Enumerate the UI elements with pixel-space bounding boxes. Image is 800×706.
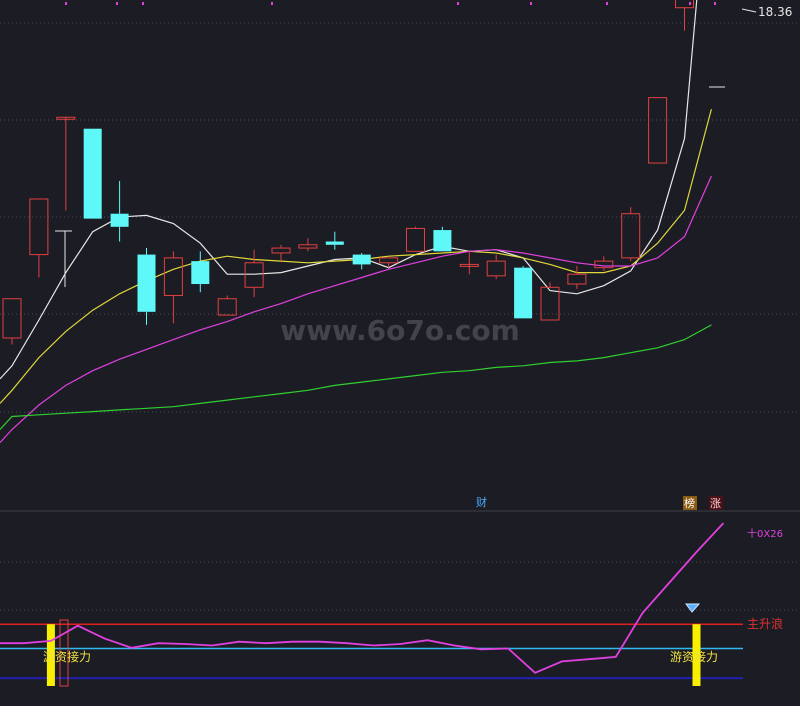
candle-body bbox=[514, 267, 533, 319]
chart-grid bbox=[0, 2, 800, 611]
top-marker bbox=[271, 2, 273, 5]
candle bbox=[459, 251, 479, 275]
stock-chart: www.6o7o.com 18.36 财 榜 涨 主升浪 十0X26 游资接力 … bbox=[0, 0, 800, 687]
ma-line-3 bbox=[0, 175, 712, 444]
candle-body bbox=[567, 273, 587, 285]
candle bbox=[648, 97, 668, 164]
candle bbox=[56, 116, 76, 211]
candle-body bbox=[163, 257, 183, 296]
candle-body bbox=[298, 244, 318, 249]
top-label: 十0X26 bbox=[747, 527, 783, 540]
candle-body bbox=[29, 198, 49, 256]
indicator-line bbox=[0, 522, 725, 674]
candlestick-series bbox=[2, 0, 757, 345]
candle bbox=[217, 295, 237, 316]
diamond-icon bbox=[685, 603, 701, 613]
signal-label-1: 游资接力 bbox=[43, 649, 91, 664]
candle bbox=[191, 251, 210, 293]
high-price-label: 18.36 bbox=[758, 5, 792, 19]
badge-zhang[interactable]: 涨 bbox=[710, 497, 721, 510]
candle-body bbox=[406, 227, 425, 252]
moving-average-lines bbox=[0, 0, 712, 444]
top-marker bbox=[142, 2, 144, 5]
candle bbox=[271, 244, 291, 262]
candle-body bbox=[648, 97, 668, 164]
candle bbox=[379, 257, 399, 268]
top-marker bbox=[530, 2, 532, 5]
candle-body bbox=[621, 213, 641, 259]
candle-body bbox=[83, 128, 102, 219]
candle-body bbox=[486, 260, 506, 277]
candle bbox=[406, 226, 425, 252]
price-pointer bbox=[741, 8, 757, 13]
candle-body bbox=[325, 241, 344, 245]
candle-body bbox=[244, 262, 264, 288]
badge-cai[interactable]: 财 bbox=[476, 495, 487, 509]
candle bbox=[110, 181, 129, 242]
top-marker bbox=[116, 2, 118, 5]
candle bbox=[514, 266, 533, 319]
top-marker bbox=[65, 2, 67, 5]
candle bbox=[433, 226, 452, 252]
candle bbox=[352, 252, 371, 270]
candle bbox=[83, 128, 102, 219]
candle bbox=[137, 248, 156, 325]
candle-body bbox=[191, 261, 210, 285]
top-marker bbox=[689, 2, 691, 5]
watermark: www.6o7o.com bbox=[280, 314, 520, 347]
candle-body bbox=[433, 230, 452, 252]
candle bbox=[298, 238, 318, 252]
candle bbox=[567, 266, 587, 289]
candle-body bbox=[379, 257, 399, 264]
top-marker bbox=[606, 2, 608, 5]
candle-body bbox=[352, 254, 371, 265]
candle-body bbox=[2, 298, 22, 339]
candle-body bbox=[110, 213, 129, 227]
candle bbox=[29, 198, 49, 278]
badge-bang[interactable]: 榜 bbox=[684, 496, 695, 510]
candle bbox=[621, 207, 641, 262]
candle-body bbox=[137, 254, 156, 312]
top-marker bbox=[457, 2, 459, 5]
candle bbox=[325, 231, 344, 250]
top-marker bbox=[714, 2, 716, 5]
candle bbox=[486, 254, 506, 280]
signal-label-2: 游资接力 bbox=[670, 649, 718, 664]
indicator-panel bbox=[0, 522, 743, 687]
candle-body bbox=[271, 247, 291, 254]
candle bbox=[594, 256, 614, 271]
candle-body bbox=[217, 298, 237, 316]
candle bbox=[2, 298, 22, 345]
candle-body bbox=[594, 260, 614, 269]
candle bbox=[163, 251, 183, 324]
red-level-label: 主升浪 bbox=[747, 616, 783, 631]
candle-body bbox=[540, 286, 560, 321]
